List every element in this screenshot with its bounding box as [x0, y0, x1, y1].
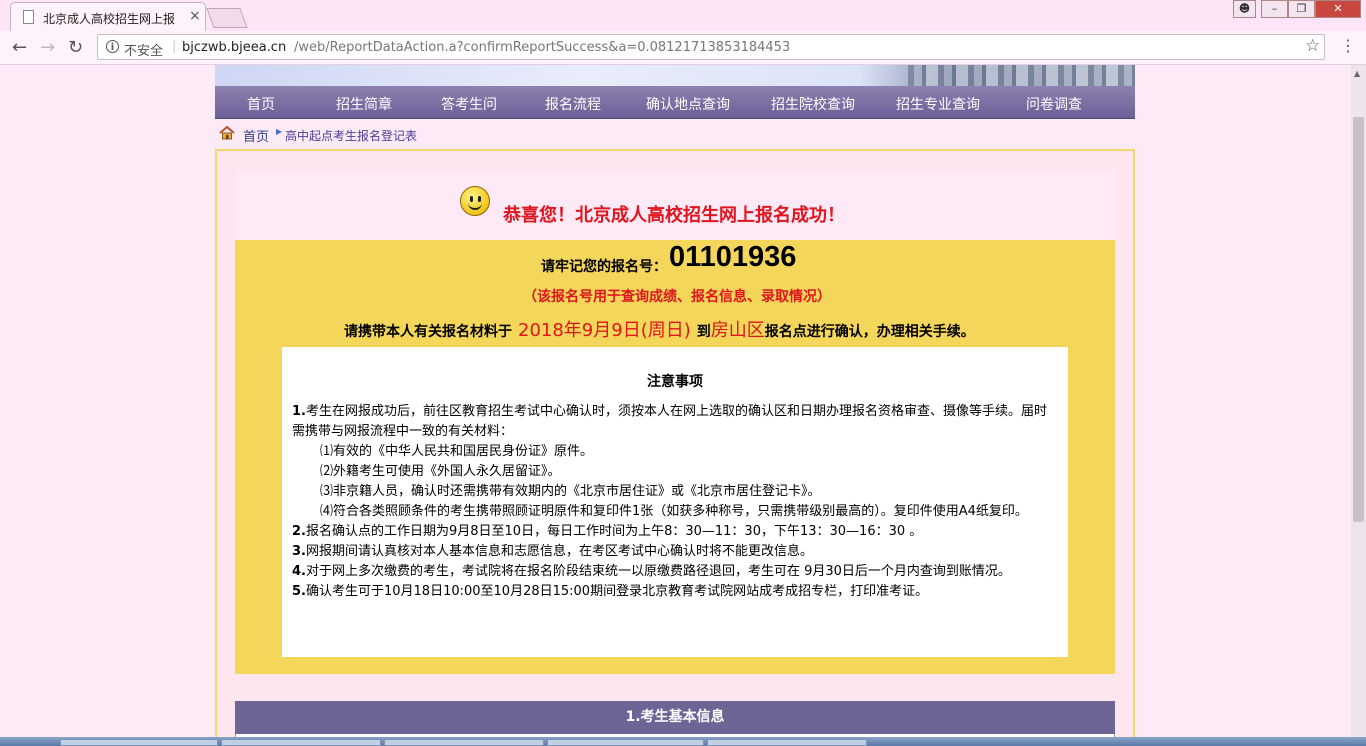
window-close-button[interactable]: ✕	[1315, 0, 1361, 18]
reload-icon[interactable]: ↻	[68, 37, 83, 58]
breadcrumb-home[interactable]: 首页	[243, 126, 269, 145]
registration-number-label: 请牢记您的报名号：	[541, 259, 667, 275]
browser-toolbar: ← → ↻ i 不安全 | bjczwb.bjeea.cn /web/Repor…	[0, 31, 1366, 65]
security-label: 不安全	[124, 44, 164, 59]
breadcrumb-arrow-icon: ▶	[276, 127, 283, 136]
notice-item-3: 3.网报期间请认真核对本人基本信息和志愿信息，在考区考试中心确认时将不能更改信息…	[292, 544, 813, 559]
notice-box: 注意事项 1.考生在网报成功后，前往区教育招生考试中心确认时，须按本人在网上选取…	[282, 347, 1068, 657]
url-path: /web/ReportDataAction.a?confirmReportSuc…	[294, 40, 791, 55]
notice-item-1a: ⑴有效的《中华人民共和国居民身份证》原件。	[320, 444, 594, 459]
nav-survey[interactable]: 问卷调查	[1026, 94, 1082, 114]
page-viewport: 首页 招生简章 答考生问 报名流程 确认地点查询 招生院校查询 招生专业查询 问…	[0, 65, 1351, 746]
restore-button[interactable]: ❐	[1288, 0, 1315, 18]
confirmation-instruction: 请携带本人有关报名材料于 2018年9月9日(周日) 到房山区报名点进行确认，办理相…	[344, 316, 975, 342]
nav-home[interactable]: 首页	[247, 94, 275, 114]
new-tab-button[interactable]	[206, 8, 248, 28]
taskbar-item[interactable]	[221, 739, 381, 746]
main-nav: 首页 招生简章 答考生问 报名流程 确认地点查询 招生院校查询 招生专业查询 问…	[215, 86, 1135, 119]
forward-arrow-icon[interactable]: →	[40, 37, 55, 58]
nav-registration-process[interactable]: 报名流程	[545, 94, 601, 114]
tab-close-icon[interactable]: ×	[189, 8, 201, 24]
nav-faq[interactable]: 答考生问	[441, 94, 497, 114]
user-profile-button[interactable]: ☻	[1233, 0, 1256, 18]
notice-item-2: 2.报名确认点的工作日期为9月8日至10日，每日工作时间为上午8：30—11：3…	[292, 524, 923, 539]
taskbar-item[interactable]	[707, 739, 867, 746]
confirm-to: 到	[696, 324, 711, 340]
back-arrow-icon[interactable]: ←	[12, 37, 27, 58]
confirm-prefix: 请携带本人有关报名材料于	[344, 324, 512, 340]
nav-admission-guide[interactable]: 招生简章	[336, 94, 392, 114]
site-banner	[215, 65, 1135, 86]
scrollbar-thumb[interactable]	[1353, 117, 1364, 522]
section-header-basic-info: 1.考生基本信息	[235, 701, 1115, 734]
tab-title: 北京成人高校招生网上报	[43, 12, 176, 26]
confirm-suffix: 报名点进行确认，办理相关手续。	[764, 324, 975, 340]
notice-item-5: 5.确认考生可于10月18日10:00至10月28日15:00期间登录北京教育考…	[292, 584, 929, 599]
registration-number-note: （该报名号用于查询成绩、报名信息、录取情况）	[523, 289, 831, 305]
breadcrumb-current: 高中起点考生报名登记表	[285, 129, 418, 143]
page-favicon-icon	[23, 10, 34, 24]
notice-item-1c: ⑶非京籍人员，确认时还需携带有效期内的《北京市居住证》或《北京市居住登记卡》。	[320, 484, 821, 499]
bookmark-star-icon[interactable]: ☆	[1305, 36, 1320, 56]
nav-confirm-location-query[interactable]: 确认地点查询	[646, 94, 730, 114]
taskbar-item[interactable]	[60, 739, 218, 746]
taskbar-item[interactable]	[384, 739, 544, 746]
registration-number: 01101936	[669, 241, 797, 273]
home-icon	[219, 126, 235, 140]
nav-major-query[interactable]: 招生专业查询	[896, 94, 980, 114]
notice-item-1b: ⑵外籍考生可使用《外国人永久居留证》。	[320, 464, 561, 479]
vertical-scrollbar[interactable]: ▲	[1351, 65, 1366, 746]
notice-item-1: 1.考生在网报成功后，前往区教育招生考试中心确认时，须按本人在网上选取的确认区和…	[292, 404, 1047, 439]
notice-item-1d: ⑷符合各类照顾条件的考生携带照顾证明原件和复印件1张（如获多种称号，只需携带级别…	[320, 504, 1028, 519]
info-icon[interactable]: i	[106, 40, 119, 53]
address-bar[interactable]: i 不安全 | bjczwb.bjeea.cn /web/ReportDataA…	[97, 34, 1325, 60]
smiley-face-icon	[460, 186, 490, 216]
url-separator: |	[172, 39, 177, 54]
confirm-date: 2018年9月9日(周日)	[518, 320, 691, 341]
notice-title: 注意事项	[647, 374, 703, 390]
browser-menu-icon[interactable]: ⋮	[1340, 36, 1356, 55]
banner-building-image	[908, 65, 1135, 86]
minimize-button[interactable]: –	[1261, 0, 1288, 18]
confirm-district: 房山区	[710, 320, 765, 341]
notice-item-4: 4.对于网上多次缴费的考生，考试院将在报名阶段结束统一以原缴费路径退回，考生可在…	[292, 564, 1011, 579]
url-host: bjczwb.bjeea.cn	[182, 40, 287, 55]
notice-body: 1.考生在网报成功后，前往区教育招生考试中心确认时，须按本人在网上选取的确认区和…	[292, 402, 1058, 602]
nav-college-query[interactable]: 招生院校查询	[771, 94, 855, 114]
taskbar-item[interactable]	[547, 739, 704, 746]
browser-tab[interactable]: 北京成人高校招生网上报 ×	[10, 2, 206, 31]
scroll-up-arrow-icon[interactable]: ▲	[1354, 69, 1360, 78]
browser-tab-bar: 北京成人高校招生网上报 × ☻ – ❐ ✕	[0, 0, 1366, 31]
success-message: 恭喜您！北京成人高校招生网上报名成功！	[503, 205, 845, 226]
